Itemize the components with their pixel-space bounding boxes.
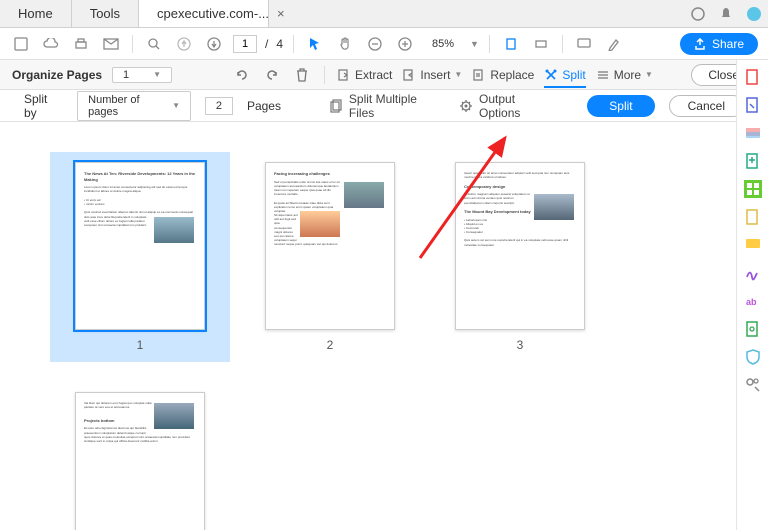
rotate-ccw-icon[interactable] xyxy=(232,65,252,85)
share-label: Share xyxy=(712,37,744,51)
pages-label: Pages xyxy=(247,99,281,113)
insert-button[interactable]: Insert▼ xyxy=(402,68,462,82)
rail-create-pdf-icon[interactable] xyxy=(744,68,762,86)
replace-button[interactable]: Replace xyxy=(472,68,534,82)
split-by-label: Split by xyxy=(24,92,63,120)
organize-toolbar: Organize Pages 1▼ Extract Insert▼ Replac… xyxy=(0,60,768,90)
zoom-out-icon[interactable] xyxy=(364,33,386,55)
split-mode-select[interactable]: Number of pages▼ xyxy=(77,91,191,121)
page-number-input[interactable] xyxy=(233,35,257,53)
main-toolbar: / 4 85% ▼ Share xyxy=(0,28,768,60)
tab-home[interactable]: Home xyxy=(0,0,72,27)
page-thumbnail-1[interactable]: The News At Ten: Riverside Developments:… xyxy=(50,152,230,362)
print-icon[interactable] xyxy=(70,33,92,55)
highlight-icon[interactable] xyxy=(603,33,625,55)
more-button[interactable]: More▼ xyxy=(596,68,653,82)
output-options-button[interactable]: Output Options xyxy=(459,92,559,120)
split-options-bar: Split by Number of pages▼ 2 Pages Split … xyxy=(0,90,768,122)
svg-text:ab: ab xyxy=(746,297,757,307)
tab-tools[interactable]: Tools xyxy=(72,0,139,27)
page-total: 4 xyxy=(276,37,283,51)
page-label: 1 xyxy=(137,338,144,352)
comment-icon[interactable] xyxy=(573,33,595,55)
save-icon[interactable] xyxy=(10,33,32,55)
hand-tool-icon[interactable] xyxy=(334,33,356,55)
page-thumbnail-4[interactable]: Vel illum qui dolorem eum fugiat quo vol… xyxy=(60,392,220,530)
zoom-level[interactable]: 85% xyxy=(424,38,462,50)
page-label: 2 xyxy=(327,338,334,352)
rail-optimize-icon[interactable] xyxy=(744,320,762,338)
rail-fill-sign-icon[interactable] xyxy=(744,208,762,226)
share-button[interactable]: Share xyxy=(680,33,758,55)
rail-sign-icon[interactable] xyxy=(744,264,762,282)
page-sep: / xyxy=(265,37,268,51)
rail-organize-icon[interactable] xyxy=(744,180,762,198)
rail-comment-icon[interactable] xyxy=(744,236,762,254)
signin-icon[interactable] xyxy=(684,0,712,27)
page-thumbnail-3[interactable]: Ipsum quia dolor sit amet consectetur ad… xyxy=(440,162,600,352)
profile-icon[interactable] xyxy=(740,0,768,27)
rail-more-tools-icon[interactable] xyxy=(744,376,762,394)
mail-icon[interactable] xyxy=(100,33,122,55)
split-action-button[interactable]: Split xyxy=(587,95,654,117)
search-icon[interactable] xyxy=(143,33,165,55)
tab-document-label: cpexecutive.com-... xyxy=(157,6,269,21)
next-page-icon[interactable] xyxy=(203,33,225,55)
prev-page-icon[interactable] xyxy=(173,33,195,55)
rail-redact-icon[interactable]: ab xyxy=(744,292,762,310)
thumbnail-canvas[interactable]: The News At Ten: Riverside Developments:… xyxy=(0,122,736,530)
organize-title: Organize Pages xyxy=(12,68,102,82)
close-tab-icon[interactable]: × xyxy=(277,6,285,21)
select-tool-icon[interactable] xyxy=(304,33,326,55)
split-multiple-files-button[interactable]: Split Multiple Files xyxy=(329,92,445,120)
rail-export-pdf-icon[interactable] xyxy=(744,124,762,142)
delete-icon[interactable] xyxy=(292,65,312,85)
rail-edit-pdf-icon[interactable] xyxy=(744,96,762,114)
split-count-input[interactable]: 2 xyxy=(205,97,233,115)
cancel-button[interactable]: Cancel xyxy=(669,95,744,117)
page-label: 3 xyxy=(517,338,524,352)
zoom-dropdown-icon[interactable]: ▼ xyxy=(470,39,479,49)
tools-rail: ab xyxy=(736,60,768,530)
fit-page-icon[interactable] xyxy=(530,33,552,55)
fit-width-icon[interactable] xyxy=(500,33,522,55)
split-button[interactable]: Split xyxy=(544,68,585,88)
rotate-cw-icon[interactable] xyxy=(262,65,282,85)
rail-combine-icon[interactable] xyxy=(744,152,762,170)
cloud-icon[interactable] xyxy=(40,33,62,55)
tab-bar: Home Tools cpexecutive.com-...× xyxy=(0,0,768,28)
tab-document[interactable]: cpexecutive.com-...× xyxy=(139,0,269,27)
extract-button[interactable]: Extract xyxy=(337,68,392,82)
rail-protect-icon[interactable] xyxy=(744,348,762,366)
bell-icon[interactable] xyxy=(712,0,740,27)
zoom-in-icon[interactable] xyxy=(394,33,416,55)
page-thumbnail-2[interactable]: Facing increasing challengesSed ut persp… xyxy=(250,162,410,352)
page-range-select[interactable]: 1▼ xyxy=(112,67,172,83)
